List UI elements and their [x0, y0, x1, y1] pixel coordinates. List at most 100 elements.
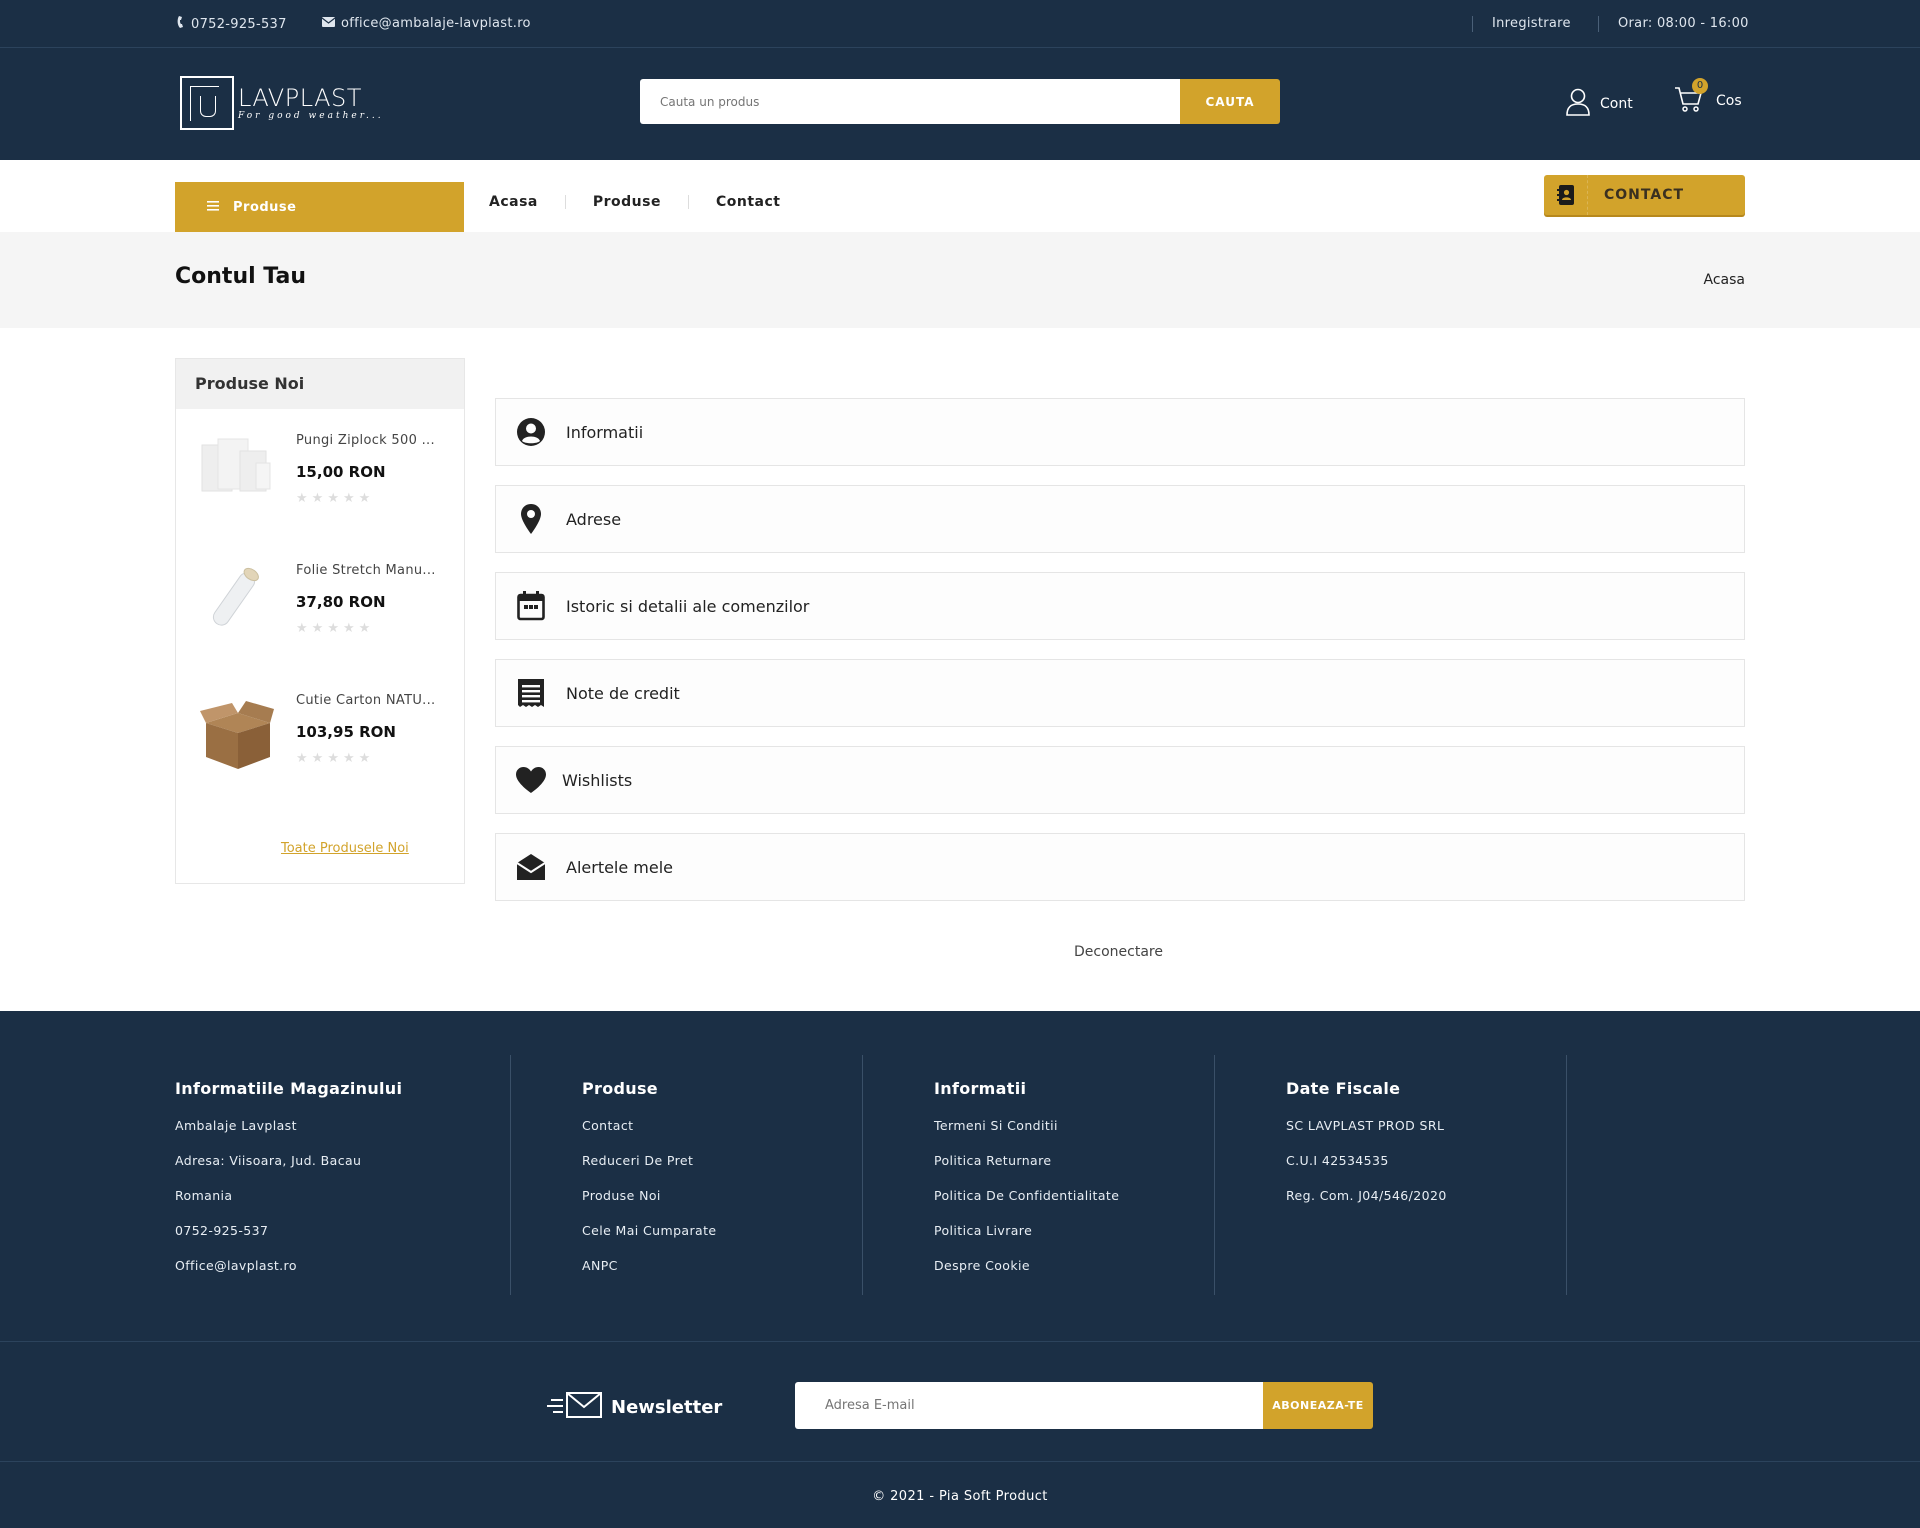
opening-hours: Orar: 08:00 - 16:00 — [1618, 16, 1749, 31]
site-footer: Informatiile Magazinului Ambalaje Lavpla… — [0, 1011, 1920, 1528]
list-item[interactable]: Cutie Carton NATU... 103,95 RON ★ ★ ★ ★ ★ — [176, 619, 464, 769]
footer-link[interactable]: Termeni Si Conditii — [934, 1118, 1214, 1153]
footer-item: Reg. Com. J04/546/2020 — [1286, 1188, 1447, 1203]
nav-link-home[interactable]: Acasa — [489, 194, 538, 210]
envelope-icon — [321, 16, 336, 31]
nav-links: Acasa Produse Contact — [489, 194, 780, 210]
main-nav: Produse Acasa Produse Contact CONTACT — [0, 160, 1920, 232]
footer-item: Office@lavplast.ro — [175, 1258, 297, 1273]
account-link[interactable]: Cont — [1566, 88, 1633, 120]
account-tile-label: Note de credit — [566, 683, 680, 703]
footer-link[interactable]: Politica De Confidentialitate — [934, 1188, 1214, 1223]
footer-link[interactable]: Despre Cookie — [934, 1258, 1214, 1293]
search-button[interactable]: CAUTA — [1180, 79, 1280, 124]
account-tile-orders[interactable]: Istoric si detalii ale comenzilor — [495, 572, 1745, 640]
list-item[interactable]: Folie Stretch Manu... 37,80 RON ★ ★ ★ ★ ★ — [176, 489, 464, 636]
copyright: © 2021 - Pia Soft Product — [872, 1489, 1048, 1504]
top-bar: 0752-925-537 office@ambalaje-lavplast.ro… — [0, 0, 1920, 48]
account-tile-credit-notes[interactable]: Note de credit — [495, 659, 1745, 727]
footer-column-title: Date Fiscale — [1286, 1079, 1401, 1098]
list-item[interactable]: Pungi Ziplock 500 ... 15,00 RON ★ ★ ★ ★ ★ — [176, 359, 464, 506]
cart-label: Cos — [1716, 93, 1742, 109]
nav-link-contact[interactable]: Contact — [716, 194, 781, 210]
new-products-sidebar: Produse Noi Pungi Ziplock 500 ... 15,00 … — [175, 358, 465, 884]
product-name[interactable]: Folie Stretch Manu... — [296, 563, 446, 578]
address-book-icon — [1544, 175, 1588, 215]
product-price: 15,00 RON — [296, 463, 386, 481]
footer-column-title: Informatiile Magazinului — [175, 1079, 403, 1098]
account-tile-addresses[interactable]: Adrese — [495, 485, 1745, 553]
footer-link[interactable]: Politica Livrare — [934, 1223, 1214, 1258]
breadcrumb-home[interactable]: Acasa — [1704, 272, 1745, 288]
footer-link[interactable]: Politica Returnare — [934, 1153, 1214, 1188]
nav-link-products[interactable]: Produse — [593, 194, 661, 210]
categories-button[interactable]: Produse — [175, 182, 464, 232]
divider — [564, 195, 566, 209]
newsletter-heading: Newsletter — [547, 1391, 722, 1424]
search-bar: CAUTA — [640, 79, 1280, 124]
footer-link[interactable]: Produse Noi — [582, 1188, 862, 1223]
footer-link[interactable]: Reduceri De Pret — [582, 1153, 862, 1188]
phone-icon — [177, 16, 185, 32]
all-new-products-link[interactable]: Toate Produsele Noi — [281, 841, 409, 856]
account-label: Cont — [1600, 96, 1633, 112]
divider — [1472, 16, 1473, 32]
star-icon: ★ — [296, 751, 308, 766]
phone-text: 0752-925-537 — [191, 16, 287, 32]
star-icon: ★ — [311, 751, 324, 766]
email-contact[interactable]: office@ambalaje-lavplast.ro — [321, 16, 531, 31]
menu-icon — [207, 200, 219, 215]
register-link[interactable]: Inregistrare — [1492, 16, 1571, 31]
contact-button-label: CONTACT — [1604, 187, 1685, 203]
star-icon: ★ — [342, 751, 355, 766]
send-mail-icon — [547, 1391, 603, 1424]
newsletter-form: ABONEAZA-TE — [795, 1382, 1373, 1429]
phone-contact[interactable]: 0752-925-537 — [177, 16, 287, 32]
calendar-icon — [496, 572, 566, 640]
search-input[interactable] — [640, 79, 1180, 124]
account-tile-label: Istoric si detalii ale comenzilor — [566, 596, 810, 616]
footer-column-title: Informatii — [934, 1079, 1027, 1098]
subscribe-button[interactable]: ABONEAZA-TE — [1263, 1382, 1373, 1429]
footer-item: Romania — [175, 1188, 233, 1203]
envelope-open-icon — [496, 833, 566, 901]
footer-column-fiscal: Date Fiscale SC LAVPLAST PROD SRL C.U.I … — [1215, 1055, 1567, 1295]
page-title: Contul Tau — [175, 264, 306, 289]
footer-item: Adresa: Viisoara, Jud. Bacau — [175, 1153, 362, 1168]
footer-item: C.U.I 42534535 — [1286, 1153, 1389, 1168]
cart-icon: 0 — [1674, 78, 1708, 116]
star-icon: ★ — [358, 751, 371, 766]
product-image[interactable] — [196, 693, 276, 783]
footer-column-products: Produse Contact Reduceri De Pret Produse… — [511, 1055, 863, 1295]
contact-button[interactable]: CONTACT — [1544, 175, 1745, 215]
categories-label: Produse — [233, 199, 297, 215]
account-tile-label: Adrese — [566, 509, 622, 529]
rating-stars: ★ ★ ★ ★ ★ — [296, 751, 370, 766]
logout-link[interactable]: Deconectare — [1074, 944, 1163, 960]
product-name[interactable]: Pungi Ziplock 500 ... — [296, 433, 446, 448]
product-name[interactable]: Cutie Carton NATU... — [296, 693, 446, 708]
logo-name: LAVPLAST — [238, 84, 362, 112]
product-price: 103,95 RON — [296, 723, 396, 741]
account-tile-alerts[interactable]: Alertele mele — [495, 833, 1745, 901]
footer-item: SC LAVPLAST PROD SRL — [1286, 1118, 1445, 1133]
divider — [1598, 16, 1599, 32]
newsletter-title: Newsletter — [611, 1397, 723, 1418]
account-tile-wishlists[interactable]: Wishlists — [495, 746, 1745, 814]
user-circle-icon — [496, 398, 566, 466]
map-pin-icon — [496, 485, 566, 553]
footer-column-store-info: Informatiile Magazinului Ambalaje Lavpla… — [175, 1055, 511, 1295]
cart-count-badge: 0 — [1692, 78, 1708, 94]
account-tile-label: Alertele mele — [566, 857, 674, 877]
footer-column-information: Informatii Termeni Si Conditii Politica … — [863, 1055, 1215, 1295]
footer-column-title: Produse — [582, 1079, 658, 1098]
footer-link[interactable]: Contact — [582, 1118, 862, 1153]
user-icon — [1566, 88, 1590, 120]
newsletter-email-input[interactable] — [795, 1382, 1263, 1429]
footer-link[interactable]: Cele Mai Cumparate — [582, 1223, 862, 1258]
site-logo[interactable]: LAVPLAST For good weather... — [180, 76, 384, 130]
account-tile-info[interactable]: Informatii — [495, 398, 1745, 466]
email-text: office@ambalaje-lavplast.ro — [341, 16, 531, 31]
cart-link[interactable]: 0 Cos — [1674, 78, 1742, 116]
footer-link[interactable]: ANPC — [582, 1258, 862, 1293]
